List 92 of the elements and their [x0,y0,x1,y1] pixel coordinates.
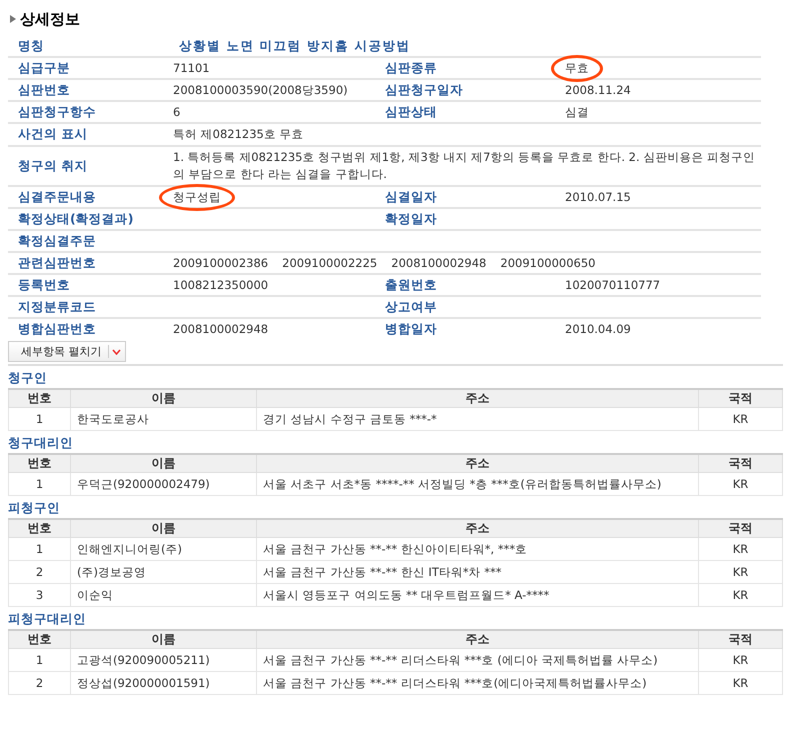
field-value: 2010.07.15 [565,190,632,204]
field-label: 병합일자 [385,320,438,338]
table-cell: (주)경보공영 [70,560,256,584]
column-header: 국적 [698,454,782,472]
column-header: 주소 [256,630,698,648]
table-cell: 서울시 영등포구 여의도동 ** 대우트럼프월드* A-**** [256,584,698,606]
field-label: 출원번호 [385,276,438,294]
field-value: 2009100002225 [282,256,378,270]
table-cell: 1 [8,472,70,496]
table-cell: 경기 성남시 수정구 금토동 ***-* [256,408,698,430]
field-label: 관련심판번호 [18,254,97,272]
table-cell: 우덕근(920000002479) [70,472,256,496]
field-value: 1. 특허등록 제0821235호 청구범위 제1항, 제3항 내지 제7항의 등록을 무효로 한다. 2. 심판비용은 피청구인의 부담으로 한다 라는 심결을 구합니다. [173,149,756,183]
table-cell: 서울 금천구 가산동 **-** 한신 IT타워*차 *** [256,560,698,584]
field-label: 확정상태(확정결과) [18,210,134,228]
table-cell: 정상섭(920000001591) [70,672,256,694]
field-label: 청구의 취지 [18,158,88,174]
caret-icon [112,349,120,355]
column-header: 번호 [8,519,70,538]
table-cell: KR [698,648,782,672]
table-cell: 3 [8,584,70,606]
column-header: 국적 [698,630,782,648]
field-value: 무효 [565,60,589,74]
table-cell: 2 [8,560,70,584]
field-label: 확정심결주문 [18,232,97,250]
table-cell: 서울 서초구 서초*동 ****-** 서정빌딩 *층 ***호(유러합동특허법률사무소) [256,472,698,496]
field-value: 6 [173,105,182,119]
table-cell: 서울 금천구 가산동 **-** 리더스타워 ***호(에디아국제특허법률사무소) [256,672,698,694]
field-label: 병합심판번호 [18,320,97,338]
field-value: 2010.04.09 [565,322,632,336]
table-cell: 서울 금천구 가산동 **-** 리더스타워 ***호 (에디아 국제특허법률 사무소) [256,648,698,672]
table-cell: 1 [8,538,70,560]
table-cell: 한국도로공사 [70,408,256,430]
column-header: 국적 [698,519,782,538]
table-cell: 이순익 [70,584,256,606]
field-label: 상고여부 [385,298,438,316]
field-value: 청구성립 [173,190,221,204]
table-cell: 고광석(920090005211) [70,648,256,672]
column-header: 주소 [256,454,698,472]
field-label: 명칭 [18,38,45,54]
column-header: 이름 [70,519,256,538]
table-cell: KR [698,538,782,560]
field-label: 확정일자 [385,210,438,228]
column-header: 번호 [8,454,70,472]
field-label: 심판종류 [385,60,438,76]
field-value: 2009100000650 [500,256,596,270]
field-label: 사건의 표시 [18,126,88,143]
field-value: 1008212350000 [173,278,270,292]
section-heading: 청구대리인 [8,435,74,452]
column-header: 이름 [70,630,256,648]
table-cell: KR [698,408,782,430]
field-label: 심판청구일자 [385,82,464,98]
field-label: 심판청구항수 [18,104,97,120]
table-cell: 1 [8,648,70,672]
field-value: 2008100003590(2008당3590) [173,82,349,98]
column-header: 주소 [256,389,698,408]
field-value: 2009100002386 [173,256,268,270]
field-value: 71101 [173,61,211,75]
expand-button[interactable]: 세부항목 펼치기 [8,341,126,362]
column-header: 이름 [70,389,256,408]
section-heading: 청구인 [8,370,48,387]
column-header: 주소 [256,519,698,538]
column-header: 이름 [70,454,256,472]
field-label: 지정분류코드 [18,298,97,316]
table-cell: 1 [8,408,70,430]
field-label: 심급구분 [18,60,71,76]
field-label: 심판번호 [18,82,71,98]
bullet-icon [10,15,16,23]
field-label: 심결일자 [385,188,438,206]
table-cell: KR [698,560,782,584]
field-value: 2008.11.24 [565,83,632,97]
column-header: 국적 [698,389,782,408]
field-value: 2008100002948 [391,256,486,270]
table-cell: KR [698,472,782,496]
field-value: 2008100002948 [173,322,270,336]
field-value: 심결 [565,104,590,120]
table-cell: KR [698,672,782,694]
table-cell: KR [698,584,782,606]
field-value: 특허 제0821235호 무효 [173,126,305,143]
table-cell: 서울 금천구 가산동 **-** 한신아이티타워*, ***호 [256,538,698,560]
title-value: 상황별 노면 미끄럼 방지홈 시공방법 [178,38,412,54]
field-label: 심판상태 [385,104,438,120]
column-header: 번호 [8,389,70,408]
table-cell: 인해엔지니어링(주) [70,538,256,560]
field-label: 등록번호 [18,276,71,294]
field-label: 심결주문내용 [18,188,97,206]
column-header: 번호 [8,630,70,648]
section-heading: 피청구인 [8,500,61,517]
table-cell: 2 [8,672,70,694]
section-heading: 피청구대리인 [8,611,87,628]
section-title: 상세정보 [20,10,80,28]
field-value: 1020070110777 [565,278,662,292]
